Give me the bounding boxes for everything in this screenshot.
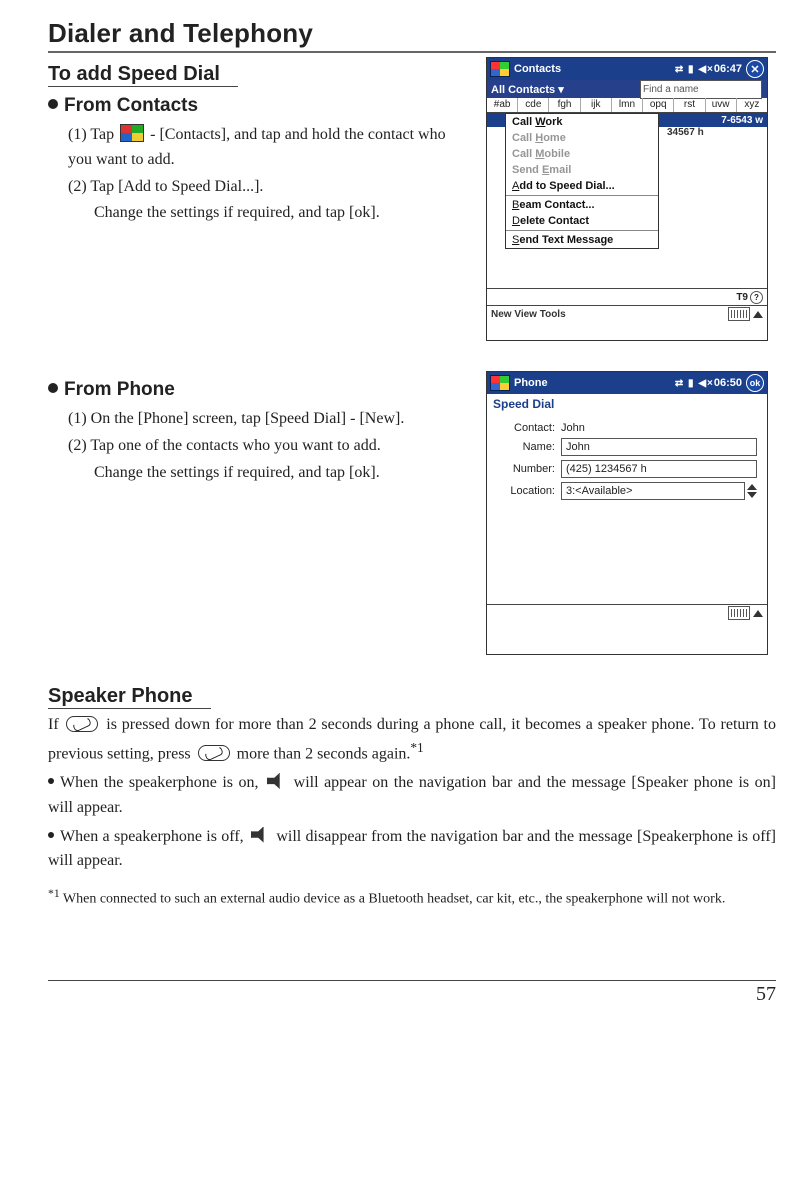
text: Change the settings if required, and tap… (94, 201, 466, 226)
label-name: Name: (497, 441, 555, 453)
status-icons: ⇄ ▮ ◀× (675, 378, 714, 389)
subsection-label: From Phone (64, 379, 175, 400)
page-number: 57 (48, 980, 776, 1006)
menu-separator (506, 195, 658, 196)
filter-dropdown[interactable]: All Contacts ▾ (491, 83, 564, 96)
alpha-tab[interactable]: uvw (706, 98, 737, 112)
arrow-up-icon[interactable] (747, 484, 757, 490)
start-icon[interactable] (490, 375, 510, 391)
command-bar (487, 604, 767, 621)
contacts-filter-bar: All Contacts ▾ Find a name (487, 80, 767, 98)
alpha-tab[interactable]: lmn (612, 98, 643, 112)
menu-item-call-home: Call Home (506, 130, 658, 146)
speaker-icon (251, 827, 269, 843)
close-icon[interactable]: ✕ (746, 60, 764, 78)
call-button-icon (66, 716, 98, 732)
label-location: Location: (497, 485, 555, 497)
subsection-from-contacts: From Contacts (48, 95, 466, 117)
input-location[interactable]: 3:<Available> (561, 482, 745, 500)
subsection-label: From Contacts (64, 95, 198, 116)
call-button-icon (198, 745, 230, 761)
alpha-tab[interactable]: xyz (737, 98, 767, 112)
sip-icon[interactable] (728, 307, 750, 321)
subsection-from-phone: From Phone (48, 379, 466, 401)
speaker-icon (267, 773, 285, 789)
alpha-tab[interactable]: cde (518, 98, 549, 112)
footnote-marker: *1 (48, 887, 60, 900)
input-number[interactable]: (425) 1234567 h (561, 460, 757, 478)
menu-item-beam[interactable]: Beam Contact... (506, 197, 658, 213)
menu-item-call-mobile: Call Mobile (506, 146, 658, 162)
input-name[interactable]: John (561, 438, 757, 456)
paragraph: If is pressed down for more than 2 secon… (48, 713, 776, 874)
alpha-tab[interactable]: #ab (487, 98, 518, 112)
text: (1) Tap (68, 126, 118, 143)
speed-dial-form: Contact: John Name: John Number: (425) 1… (487, 414, 767, 508)
t9-indicator: T9 (736, 292, 748, 303)
section-title-speaker: Speaker Phone (48, 685, 211, 709)
text: (1) On the [Phone] screen, tap [Speed Di… (68, 407, 466, 432)
steps-from-contacts: (1) Tap - [Contacts], and tap and hold t… (68, 123, 466, 226)
menu-item-add-speed-dial[interactable]: Add to Speed Dial... (506, 178, 658, 194)
start-menu-icon (120, 124, 144, 142)
text: If (48, 716, 63, 733)
search-input[interactable]: Find a name (640, 80, 762, 99)
text: Change the settings if required, and tap… (94, 461, 466, 486)
menu-separator (506, 230, 658, 231)
window-title: Phone (514, 377, 548, 389)
label-contact: Contact: (497, 422, 555, 434)
menu-item-send-text[interactable]: Send Text Message (506, 232, 658, 248)
alpha-tab[interactable]: fgh (549, 98, 580, 112)
clock: 06:50 (714, 377, 742, 389)
clock: 06:47 (714, 63, 742, 75)
start-icon[interactable] (490, 61, 510, 77)
text: When the speakerphone is on, (60, 774, 264, 791)
footnote-ref: *1 (410, 740, 423, 755)
ok-button[interactable]: ok (746, 374, 764, 392)
menu-item-send-email: Send Email (506, 162, 658, 178)
window-title: Contacts (514, 63, 561, 75)
bullet-icon (48, 832, 54, 838)
label-number: Number: (497, 463, 555, 475)
bullet-icon (48, 99, 58, 109)
screenshot-speed-dial: Phone ⇄ ▮ ◀× 06:50 ok Speed Dial Contact… (486, 371, 768, 655)
arrow-down-icon[interactable] (747, 492, 757, 498)
command-bar: New View Tools (487, 305, 767, 322)
sip-arrow-icon[interactable] (753, 311, 763, 318)
alpha-tab[interactable]: opq (643, 98, 674, 112)
command-bar-items[interactable]: New View Tools (491, 309, 566, 320)
text: 7-6543 w (721, 115, 763, 126)
footnote-text: When connected to such an external audio… (60, 892, 726, 907)
text: (2) Tap [Add to Speed Dial...]. (68, 175, 466, 200)
bullet-icon (48, 778, 54, 784)
window-titlebar: Phone ⇄ ▮ ◀× 06:50 ok (487, 372, 767, 394)
text: When a speakerphone is off, (60, 828, 248, 845)
status-icons: ⇄ ▮ ◀× (675, 64, 714, 75)
sip-icon[interactable] (728, 606, 750, 620)
bullet-icon (48, 383, 58, 393)
chapter-title: Dialer and Telephony (48, 18, 776, 53)
menu-item-call-work[interactable]: Call Work (506, 114, 658, 130)
alpha-tab[interactable]: ijk (581, 98, 612, 112)
text: more than 2 seconds again. (233, 745, 411, 762)
value-contact: John (561, 422, 585, 434)
screen-subtitle: Speed Dial (487, 394, 767, 414)
list-row-fragment: 34567 h (667, 127, 704, 138)
steps-from-phone: (1) On the [Phone] screen, tap [Speed Di… (68, 407, 466, 485)
location-spinner[interactable] (747, 484, 757, 498)
screenshot-contacts: Contacts ⇄ ▮ ◀× 06:47 ✕ All Contacts ▾ F… (486, 57, 768, 341)
text: (2) Tap one of the contacts who you want… (68, 434, 466, 459)
context-menu[interactable]: Call Work Call Home Call Mobile Send Ema… (505, 113, 659, 249)
menu-item-delete[interactable]: Delete Contact (506, 213, 658, 229)
section-title: To add Speed Dial (48, 63, 238, 87)
footnote: *1 When connected to such an external au… (48, 886, 776, 910)
alpha-tab[interactable]: rst (674, 98, 705, 112)
alpha-tabs[interactable]: #ab cde fgh ijk lmn opq rst uvw xyz (487, 98, 767, 113)
sip-arrow-icon[interactable] (753, 610, 763, 617)
window-titlebar: Contacts ⇄ ▮ ◀× 06:47 ✕ (487, 58, 767, 80)
help-icon[interactable]: ? (750, 291, 763, 304)
